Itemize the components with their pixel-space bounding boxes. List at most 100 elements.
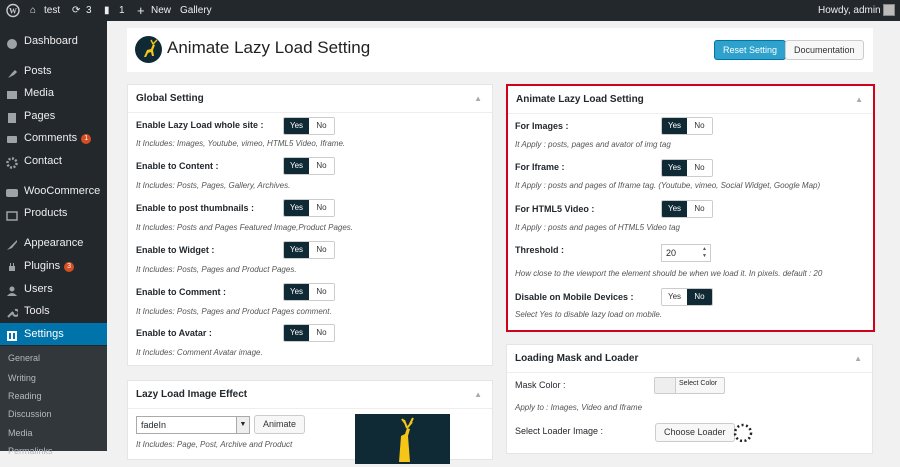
color-picker-button[interactable]: Select Color (654, 377, 725, 394)
effect-hint: It Includes: Page, Post, Archive and Pro… (136, 440, 293, 449)
gallery-link[interactable]: Gallery (180, 0, 212, 21)
yes-option[interactable]: Yes (284, 284, 309, 300)
menu-item-posts[interactable]: Posts (0, 60, 107, 82)
no-option[interactable]: No (309, 284, 334, 300)
site-home-icon[interactable]: ⌂ (30, 0, 36, 21)
image-effect-header[interactable]: Lazy Load Image Effect ▲ (128, 381, 492, 409)
menu-item-woocommerce[interactable]: WooCommerce (0, 180, 107, 202)
menu-item-users[interactable]: Users (0, 278, 107, 300)
documentation-button[interactable]: Documentation (785, 40, 864, 60)
submenu-writing[interactable]: Writing (0, 369, 107, 387)
no-option[interactable]: No (309, 118, 334, 134)
comments-icon[interactable]: ▮ (104, 0, 110, 21)
yes-option[interactable]: Yes (284, 242, 309, 258)
submenu-media[interactable]: Media (0, 424, 107, 442)
updates-icon[interactable]: ⟳ (72, 0, 80, 21)
yes-option[interactable]: Yes (662, 201, 687, 217)
menu-item-media[interactable]: Media (0, 82, 107, 104)
menu-item-tools[interactable]: Tools (0, 300, 107, 322)
avatar-toggle[interactable]: Yes No (283, 324, 335, 342)
mobile-toggle[interactable]: Yes No (661, 288, 713, 306)
images-toggle[interactable]: Yes No (661, 117, 713, 135)
yes-option[interactable]: Yes (284, 200, 309, 216)
pages-icon (6, 110, 18, 123)
thumbnails-toggle[interactable]: Yes No (283, 199, 335, 217)
animate-button[interactable]: Animate (254, 415, 306, 434)
no-option[interactable]: No (309, 158, 334, 174)
menu-item-appearance[interactable]: Appearance (0, 232, 107, 254)
reset-setting-button[interactable]: Reset Setting (714, 40, 787, 60)
plugin-icon (6, 260, 18, 272)
images-hint: It Apply : posts, pages and avator of im… (515, 140, 671, 149)
menu-item-products[interactable]: Products (0, 202, 107, 224)
global-row-hint: It Includes: Posts, Pages and Product Pa… (136, 307, 332, 316)
content-toggle[interactable]: Yes No (283, 157, 335, 175)
widget-toggle[interactable]: Yes No (283, 241, 335, 259)
menu-item-dashboard[interactable]: Dashboard (0, 30, 107, 52)
menu-item-settings[interactable]: Settings (0, 323, 107, 345)
global-setting-header[interactable]: Global Setting ▲ (128, 85, 492, 113)
menu-item-pages[interactable]: Pages (0, 105, 107, 127)
no-option[interactable]: No (309, 200, 334, 216)
iframe-label: For Iframe : (515, 162, 565, 172)
global-row-label: Enable to Avatar : (136, 328, 212, 338)
iframe-toggle[interactable]: Yes No (661, 159, 713, 177)
collapse-arrow-icon[interactable]: ▲ (474, 85, 482, 113)
woo-icon (6, 185, 18, 197)
choose-loader-button[interactable]: Choose Loader (655, 423, 735, 442)
site-name-link[interactable]: test (44, 0, 60, 21)
no-option[interactable]: No (687, 160, 712, 176)
menu-item-contact[interactable]: Contact (0, 150, 107, 172)
no-option[interactable]: No (687, 118, 712, 134)
media-icon (6, 87, 18, 99)
new-link[interactable]: New (151, 0, 171, 21)
updates-count[interactable]: 3 (86, 0, 92, 21)
avatar[interactable] (883, 4, 895, 16)
comments-count[interactable]: 1 (119, 0, 125, 21)
no-option[interactable]: No (309, 325, 334, 341)
comment-toggle[interactable]: Yes No (283, 283, 335, 301)
no-option[interactable]: No (309, 242, 334, 258)
yes-option[interactable]: Yes (662, 160, 687, 176)
yes-option[interactable]: Yes (284, 118, 309, 134)
admin-bar: W ⌂ test ⟳ 3 ▮ 1 + New Gallery Howdy, ad… (0, 0, 900, 21)
plus-icon[interactable]: + (137, 0, 145, 21)
pin-icon (6, 65, 18, 78)
select-color-label: Select Color (679, 380, 718, 387)
yes-option[interactable]: Yes (284, 325, 309, 341)
submenu-discussion[interactable]: Discussion (0, 405, 107, 423)
global-row-label: Enable to Content : (136, 161, 219, 171)
effect-select[interactable]: fadeIn ▼ (136, 416, 250, 434)
yes-option[interactable]: Yes (284, 158, 309, 174)
global-setting-panel: Global Setting ▲ Enable Lazy Load whole s… (127, 84, 493, 366)
lazy-whole-site-toggle[interactable]: Yes No (283, 117, 335, 135)
howdy-user[interactable]: Howdy, admin (818, 0, 881, 21)
menu-item-comments[interactable]: Comments 1 (0, 127, 107, 149)
spinner-arrows-icon[interactable]: ▲ ▼ (700, 246, 709, 260)
page-title: Animate Lazy Load Setting (167, 38, 371, 57)
threshold-input[interactable]: 20 ▲ ▼ (661, 244, 711, 262)
yes-option[interactable]: Yes (662, 289, 687, 305)
loader-header[interactable]: Loading Mask and Loader ▲ (507, 345, 872, 373)
plugins-badge: 3 (64, 262, 75, 272)
html5-toggle[interactable]: Yes No (661, 200, 713, 218)
chevron-down-icon[interactable]: ▼ (236, 417, 249, 433)
wordpress-logo-icon[interactable]: W (6, 0, 20, 21)
no-option[interactable]: No (687, 201, 712, 217)
menu-item-plugins[interactable]: Plugins 3 (0, 255, 107, 277)
spinner-loader-icon (733, 423, 753, 446)
animate-setting-header[interactable]: Animate Lazy Load Setting ▲ (508, 86, 873, 114)
comment-icon (6, 132, 18, 144)
yes-option[interactable]: Yes (662, 118, 687, 134)
collapse-arrow-icon[interactable]: ▲ (855, 86, 863, 114)
collapse-arrow-icon[interactable]: ▲ (474, 381, 482, 409)
submenu-permalinks[interactable]: Permalinks (0, 442, 107, 460)
global-row-label: Enable to Widget : (136, 245, 215, 255)
submenu-reading[interactable]: Reading (0, 387, 107, 405)
animate-setting-panel: Animate Lazy Load Setting ▲ For Images : … (506, 84, 875, 332)
collapse-arrow-icon[interactable]: ▲ (854, 345, 862, 373)
submenu-general[interactable]: General (0, 349, 107, 367)
loader-panel: Loading Mask and Loader ▲ Mask Color : Se… (506, 344, 873, 454)
plugin-header: Animate Lazy Load Setting Reset Setting … (127, 28, 873, 72)
no-option[interactable]: No (687, 289, 712, 305)
